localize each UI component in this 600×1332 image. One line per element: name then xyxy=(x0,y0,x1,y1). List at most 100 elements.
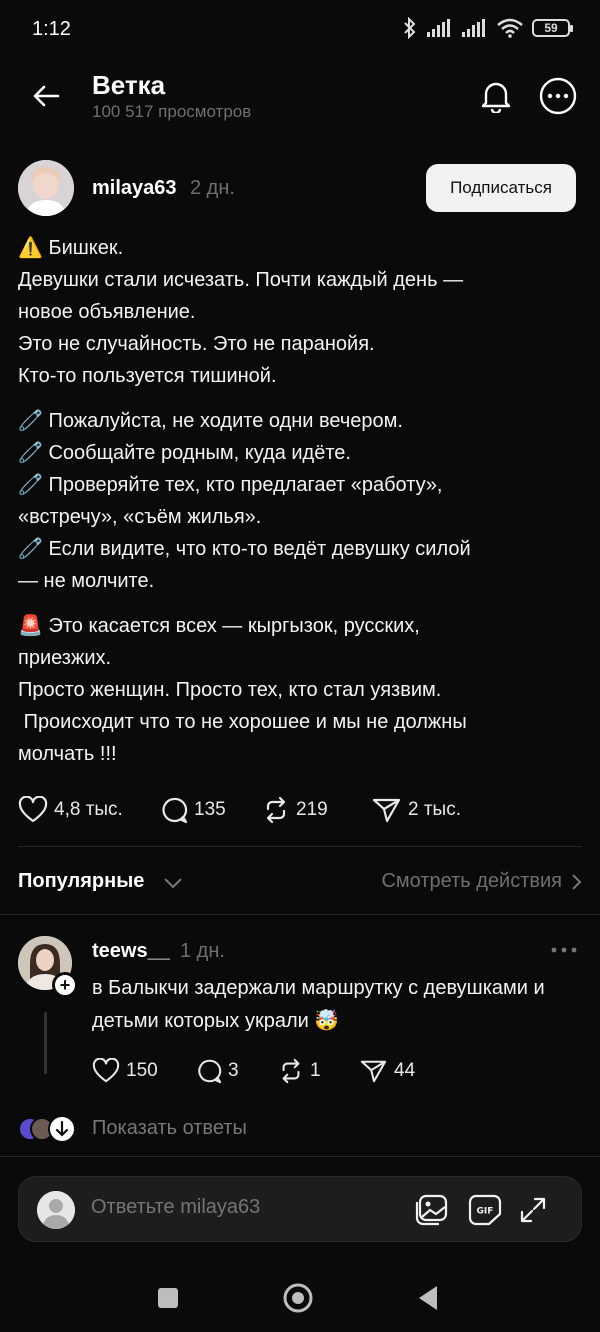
sort-dropdown-label[interactable]: Популярные xyxy=(18,870,144,893)
system-nav-bar xyxy=(0,1262,600,1332)
square-icon xyxy=(158,1288,178,1308)
post-line: 🧷 Сообщайте родным, куда идёте. xyxy=(18,442,351,464)
comment-share-button[interactable]: 44 xyxy=(360,1058,415,1084)
gallery-button[interactable] xyxy=(413,1192,449,1228)
chevron-down-icon[interactable] xyxy=(162,872,184,892)
share-icon xyxy=(360,1060,387,1083)
home-button[interactable] xyxy=(278,1278,318,1318)
show-replies-button[interactable] xyxy=(48,1115,76,1143)
back-arrow-icon xyxy=(33,85,60,107)
avatar[interactable] xyxy=(18,160,74,216)
post-username[interactable]: milaya63 xyxy=(92,177,177,200)
comment-like-count: 150 xyxy=(126,1060,158,1081)
post-line: Кто-то пользуется тишиной. xyxy=(18,365,277,387)
show-replies-row[interactable]: Показать ответы xyxy=(18,1112,418,1146)
view-actions-label: Смотреть действия xyxy=(381,870,562,892)
reply-input[interactable] xyxy=(91,1196,391,1219)
bluetooth-icon xyxy=(404,17,416,39)
comment-button[interactable]: 135 xyxy=(160,796,262,824)
comment-reply-count: 3 xyxy=(228,1060,239,1081)
thread-line xyxy=(44,1012,47,1074)
show-replies-label[interactable]: Показать ответы xyxy=(92,1117,247,1140)
comment-icon xyxy=(198,1059,222,1084)
my-avatar xyxy=(37,1191,75,1229)
status-bar: 1:12 59 xyxy=(0,0,600,60)
reply-composer: GIF xyxy=(18,1176,582,1242)
more-horizontal-icon xyxy=(551,947,577,953)
subscribe-button[interactable]: Подписаться xyxy=(426,164,576,212)
gif-button[interactable]: GIF xyxy=(467,1192,503,1228)
more-icon xyxy=(539,77,577,115)
comment-icon xyxy=(162,797,188,824)
post-line: «встречу», «съём жилья». xyxy=(18,506,262,528)
divider xyxy=(18,846,582,847)
post-line: молчать !!! xyxy=(18,743,117,765)
svg-text:GIF: GIF xyxy=(477,1207,494,1217)
comment-time: 1 дн. xyxy=(180,940,225,962)
signal-icon-2 xyxy=(462,19,485,37)
heart-icon xyxy=(18,796,48,823)
post-line: ⚠️ Бишкек. xyxy=(18,237,124,259)
view-actions-link[interactable]: Смотреть действия xyxy=(381,870,582,893)
back-button[interactable] xyxy=(26,76,66,116)
repost-button[interactable]: 219 xyxy=(262,796,372,824)
expand-icon xyxy=(520,1197,546,1223)
thread-header: Ветка 100 517 просмотров xyxy=(0,60,600,140)
comment-item: + teews__ 1 дн. в Балыкчи задержали марш… xyxy=(0,934,600,1094)
home-circle-icon xyxy=(283,1283,313,1313)
status-time: 1:12 xyxy=(32,18,71,40)
triangle-back-icon xyxy=(419,1286,437,1310)
post-line: 🧷 Пожалуйста, не ходите одни вечером. xyxy=(18,410,403,432)
views-count: 100 517 просмотров xyxy=(92,102,252,121)
sort-row: Популярные Смотреть действия xyxy=(18,862,582,902)
back-nav-button[interactable] xyxy=(408,1278,448,1318)
share-button[interactable]: 2 тыс. xyxy=(372,796,461,824)
comment-more-button[interactable] xyxy=(548,940,580,960)
default-avatar-icon xyxy=(37,1191,75,1229)
gif-icon: GIF xyxy=(468,1194,502,1226)
comment-actions: 150 3 1 44 xyxy=(92,1056,415,1086)
heart-icon xyxy=(92,1058,120,1083)
notifications-button[interactable] xyxy=(474,74,518,118)
comment-share-count: 44 xyxy=(394,1060,416,1081)
repost-icon xyxy=(282,1058,300,1084)
post-line: Происходит что то не хорошее и мы не дол… xyxy=(18,711,467,733)
share-count: 2 тыс. xyxy=(408,799,461,820)
follow-plus-button[interactable]: + xyxy=(52,972,78,998)
expand-button[interactable] xyxy=(515,1192,551,1228)
post-header: milaya63 2 дн. Подписаться xyxy=(0,158,600,218)
post-line: 🧷 Если видите, что кто-то ведёт девушку … xyxy=(18,538,471,560)
comment-text: в Балыкчи задержали маршрутку с девушкам… xyxy=(92,977,545,1032)
signal-icon xyxy=(427,19,450,37)
status-icons: 59 xyxy=(402,17,573,39)
comment-repost-button[interactable]: 1 xyxy=(278,1058,360,1084)
bell-icon xyxy=(481,82,511,113)
post-line: 🚨 Это касается всех — кыргызок, русских, xyxy=(18,615,420,637)
repost-count: 219 xyxy=(296,799,328,820)
post-line: Это не случайность. Это не паранойя. xyxy=(18,333,375,355)
post-line: 🧷 Проверяйте тех, кто предлагает «работу… xyxy=(18,474,443,496)
comment-count: 135 xyxy=(194,799,226,820)
post-actions: 4,8 тыс. 135 219 2 тыс. xyxy=(18,792,578,828)
arrow-down-icon xyxy=(55,1121,69,1137)
comment-reply-button[interactable]: 3 xyxy=(196,1058,278,1084)
post-time: 2 дн. xyxy=(190,177,235,199)
post-paragraph: 🧷 Пожалуйста, не ходите одни вечером. 🧷 … xyxy=(18,405,578,597)
avatar-image xyxy=(18,160,74,216)
like-button[interactable]: 4,8 тыс. xyxy=(18,796,160,824)
page-title: Ветка xyxy=(92,70,166,100)
repost-icon xyxy=(266,796,286,824)
battery-indicator: 59 xyxy=(532,19,573,37)
post-text: ⚠️ Бишкек. Девушки стали исчезать. Почти… xyxy=(18,232,578,783)
comment-like-button[interactable]: 150 xyxy=(92,1058,196,1084)
divider xyxy=(0,914,600,915)
share-icon xyxy=(372,798,401,823)
post-line: Девушки стали исчезать. Почти каждый ден… xyxy=(18,269,464,291)
more-options-button[interactable] xyxy=(536,74,580,118)
comment-username[interactable]: teews__ xyxy=(92,940,170,963)
chevron-right-icon xyxy=(572,873,582,890)
recents-button[interactable] xyxy=(148,1278,188,1318)
post-paragraph: ⚠️ Бишкек. Девушки стали исчезать. Почти… xyxy=(18,232,578,392)
post-line: — не молчите. xyxy=(18,570,155,592)
divider xyxy=(0,1156,600,1157)
